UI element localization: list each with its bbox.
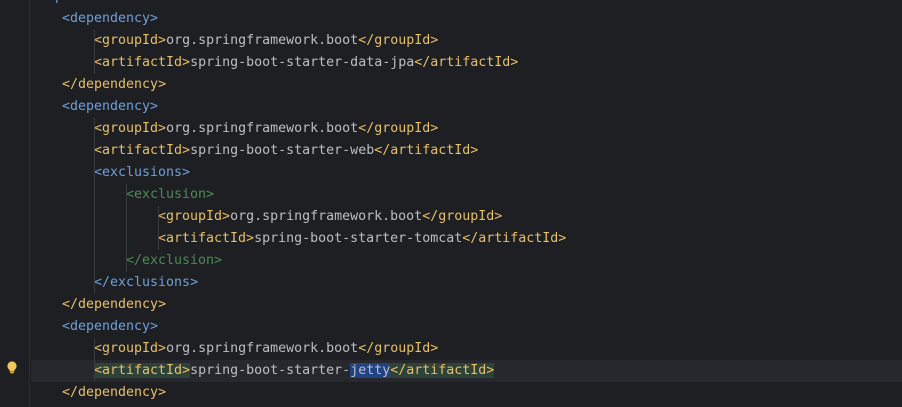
code-line[interactable]: <dependencies> bbox=[31, 0, 902, 8]
code-line[interactable]: <groupId>org.springframework.boot</group… bbox=[31, 118, 902, 140]
xml-open-tag: <exclusion> bbox=[126, 187, 215, 202]
xml-open-tag: <dependency> bbox=[62, 99, 159, 114]
code-line[interactable]: </dependency> bbox=[31, 382, 902, 404]
xml-open-tag: <dependency> bbox=[62, 319, 159, 334]
code-line[interactable]: <groupId>org.springframework.boot</group… bbox=[31, 338, 902, 360]
xml-open-tag: <groupId> bbox=[94, 33, 167, 48]
xml-open-tag: </dependency> bbox=[62, 77, 167, 92]
code-line[interactable]: </dependency> bbox=[31, 74, 902, 96]
indent-guide bbox=[126, 228, 127, 250]
code-editor[interactable]: <dependencies><dependency><groupId>org.s… bbox=[0, 0, 902, 407]
indent-guide bbox=[158, 228, 159, 250]
xml-open-tag: </dependency> bbox=[62, 385, 167, 400]
xml-open-tag: <groupId> bbox=[158, 209, 231, 224]
code-line-current[interactable]: <artifactId>spring-boot-starter-jetty</a… bbox=[31, 360, 902, 382]
xml-text-value: spring-boot-starter-web bbox=[190, 143, 375, 158]
xml-open-tag: <dependency> bbox=[62, 11, 159, 26]
indent-guide bbox=[94, 206, 95, 228]
indent-guide bbox=[94, 272, 95, 294]
code-line[interactable]: <artifactId>spring-boot-starter-tomcat</… bbox=[31, 228, 902, 250]
indent-guide bbox=[126, 206, 127, 228]
indent-guide bbox=[94, 118, 95, 140]
xml-close-tag: </artifactId> bbox=[462, 231, 567, 246]
code-line[interactable]: </exclusion> bbox=[31, 250, 902, 272]
code-line[interactable]: <groupId>org.springframework.boot</group… bbox=[31, 206, 902, 228]
indent-guide bbox=[94, 52, 95, 74]
xml-close-tag: </artifactId> bbox=[390, 363, 495, 378]
xml-open-tag: </dependency> bbox=[62, 297, 167, 312]
indent-guide bbox=[126, 184, 127, 206]
code-line[interactable]: </dependency> bbox=[31, 294, 902, 316]
indent-guide bbox=[94, 162, 95, 184]
code-line[interactable]: <dependency> bbox=[31, 316, 902, 338]
xml-text-value: spring-boot-starter-tomcat bbox=[254, 231, 463, 246]
indent-guide bbox=[94, 338, 95, 360]
indent-guide bbox=[94, 250, 95, 272]
xml-text-value: org.springframework.boot bbox=[166, 341, 359, 356]
lightbulb-icon[interactable] bbox=[6, 361, 18, 375]
xml-open-tag: <groupId> bbox=[94, 121, 167, 136]
xml-close-tag: </groupId> bbox=[358, 33, 439, 48]
indent-guide bbox=[94, 360, 95, 382]
xml-text-value: org.springframework.boot bbox=[166, 121, 359, 136]
xml-open-tag: </exclusions> bbox=[94, 275, 199, 290]
code-line[interactable]: <dependency> bbox=[31, 8, 902, 30]
code-line[interactable]: <artifactId>spring-boot-starter-web</art… bbox=[31, 140, 902, 162]
code-line[interactable]: <exclusions> bbox=[31, 162, 902, 184]
indent-guide bbox=[94, 140, 95, 162]
editor-gutter[interactable] bbox=[0, 0, 30, 407]
indent-guide bbox=[126, 250, 127, 272]
highlighted-word: jetty bbox=[350, 363, 391, 378]
xml-close-tag: </groupId> bbox=[358, 341, 439, 356]
indent-guide bbox=[94, 228, 95, 250]
code-line[interactable]: <dependency> bbox=[31, 96, 902, 118]
indent-guide bbox=[94, 30, 95, 52]
xml-open-tag: <exclusions> bbox=[94, 165, 191, 180]
xml-text-value: spring-boot-starter- bbox=[190, 363, 351, 378]
xml-open-tag: <dependencies> bbox=[31, 0, 143, 4]
xml-open-tag: <groupId> bbox=[94, 341, 167, 356]
code-area[interactable]: <dependencies><dependency><groupId>org.s… bbox=[31, 0, 902, 404]
xml-open-tag: <artifactId> bbox=[158, 231, 255, 246]
code-line[interactable]: <artifactId>spring-boot-starter-data-jpa… bbox=[31, 52, 902, 74]
indent-guide bbox=[94, 184, 95, 206]
code-line[interactable]: <exclusion> bbox=[31, 184, 902, 206]
xml-close-tag: </groupId> bbox=[422, 209, 503, 224]
xml-open-tag: <artifactId> bbox=[94, 143, 191, 158]
xml-open-tag: <artifactId> bbox=[94, 363, 191, 378]
code-line[interactable]: </exclusions> bbox=[31, 272, 902, 294]
indent-guide bbox=[158, 206, 159, 228]
xml-close-tag: </artifactId> bbox=[414, 55, 519, 70]
xml-close-tag: </artifactId> bbox=[374, 143, 479, 158]
xml-open-tag: </exclusion> bbox=[126, 253, 223, 268]
xml-text-value: org.springframework.boot bbox=[166, 33, 359, 48]
xml-text-value: spring-boot-starter-data-jpa bbox=[190, 55, 415, 70]
xml-text-value: org.springframework.boot bbox=[230, 209, 423, 224]
xml-open-tag: <artifactId> bbox=[94, 55, 191, 70]
code-line[interactable]: <groupId>org.springframework.boot</group… bbox=[31, 30, 902, 52]
xml-close-tag: </groupId> bbox=[358, 121, 439, 136]
